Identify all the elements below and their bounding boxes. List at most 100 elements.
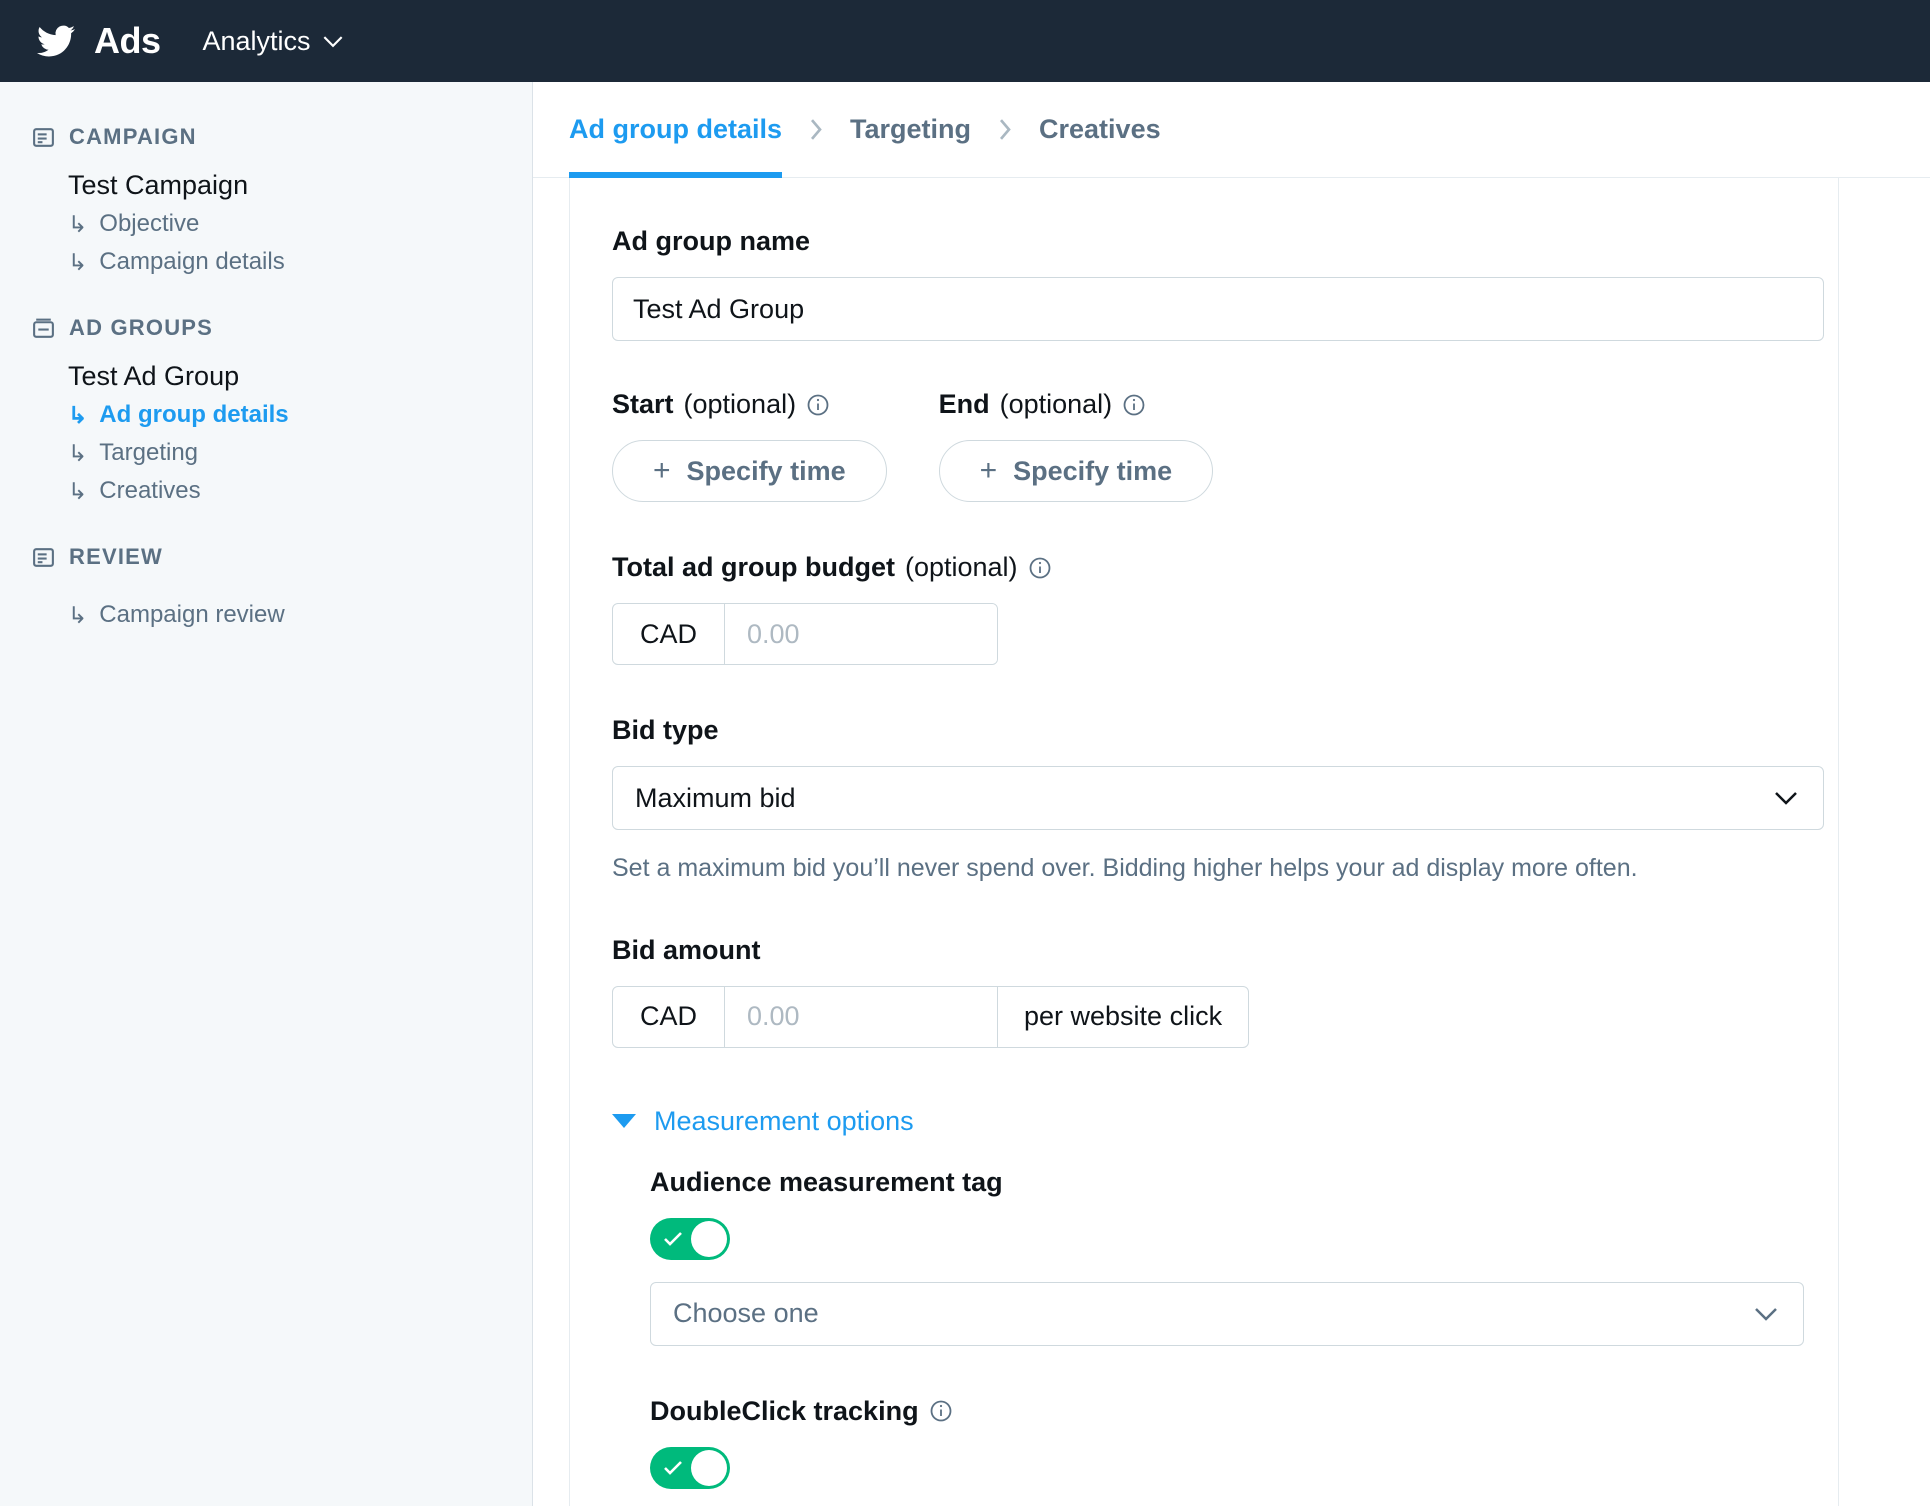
optional-text: (optional): [904, 552, 1018, 582]
button-label: Specify time: [1013, 455, 1173, 486]
audience-measurement-tag-label: Audience measurement tag: [650, 1167, 1838, 1198]
budget-amount-input[interactable]: [725, 604, 997, 664]
chevron-right-icon: [811, 119, 822, 140]
sidebar-item-objective[interactable]: ↳ Objective: [0, 205, 532, 243]
bid-amount-input-group: CAD per website click: [612, 985, 1250, 1048]
audience-measurement-tag-select[interactable]: Choose one: [650, 1281, 1804, 1346]
stacked-card-icon: [33, 318, 54, 338]
sidebar-item-ad-group-details[interactable]: ↳ Ad group details: [0, 396, 532, 434]
form-panel: Ad group name Start (optional): [569, 178, 1839, 1506]
main-content-area: Ad group details Targeting Creatives Ad …: [533, 82, 1930, 1506]
toggle-knob: [691, 1220, 727, 1257]
bid-currency-label: CAD: [613, 986, 725, 1047]
plus-icon: +: [653, 454, 671, 487]
start-specify-time-button[interactable]: + Specify time: [612, 440, 887, 502]
subitem-arrow-icon: ↳: [68, 248, 88, 275]
budget-group: Total ad group budget (optional) CAD: [612, 552, 1838, 665]
tab-ad-group-details[interactable]: Ad group details: [569, 82, 783, 178]
sidebar-item-campaign-review[interactable]: ↳ Campaign review: [0, 596, 532, 634]
sidebar-item-creatives[interactable]: ↳ Creatives: [0, 472, 532, 510]
schedule-row: Start (optional) + Specify time End (opt…: [612, 389, 1838, 502]
bid-amount-label: Bid amount: [612, 935, 1838, 966]
bid-type-help-text: Set a maximum bid you’ll never spend ove…: [612, 854, 1638, 882]
subitem-arrow-icon: ↳: [68, 210, 88, 237]
measurement-options-disclosure[interactable]: Measurement options: [612, 1106, 1838, 1137]
check-icon: [664, 1460, 682, 1475]
sidebar-item-label: Targeting: [99, 439, 199, 466]
bid-amount-input[interactable]: [725, 986, 997, 1047]
chevron-down-icon: [323, 35, 342, 47]
end-specify-time-button[interactable]: + Specify time: [938, 440, 1214, 502]
sidebar-navigation: CAMPAIGN Test Campaign ↳ Objective ↳ Cam…: [0, 82, 533, 1506]
sidebar-entity-test-campaign[interactable]: Test Campaign: [0, 162, 532, 205]
audience-measurement-tag-toggle[interactable]: [650, 1217, 730, 1260]
info-icon[interactable]: [806, 393, 830, 417]
info-icon[interactable]: [929, 1399, 953, 1423]
analytics-menu-label: Analytics: [202, 25, 311, 56]
label-text: Total ad group budget: [612, 552, 895, 582]
sidebar-item-label: Campaign review: [99, 601, 285, 628]
label-text: DoubleClick tracking: [650, 1395, 919, 1426]
ad-group-name-label: Ad group name: [612, 226, 1838, 257]
document-icon: [33, 127, 54, 147]
ad-group-name-input[interactable]: [612, 277, 1824, 341]
tab-label: Creatives: [1039, 114, 1161, 144]
doubleclick-tracking-toggle[interactable]: [650, 1446, 730, 1489]
sidebar-item-label: Campaign details: [99, 248, 285, 275]
sidebar-section-ad-groups: AD GROUPS: [0, 303, 532, 353]
tab-targeting[interactable]: Targeting: [850, 82, 971, 178]
analytics-menu[interactable]: Analytics: [203, 26, 344, 57]
sidebar-section-title: AD GROUPS: [69, 315, 214, 340]
measurement-options-label: Measurement options: [654, 1105, 914, 1136]
measurement-options-content: Audience measurement tag Choose one Doub…: [650, 1167, 1838, 1489]
sidebar-section-review: REVIEW: [0, 532, 532, 582]
bid-type-group: Bid type Maximum bid Set a maximum bid y…: [612, 715, 1838, 885]
toggle-knob: [691, 1449, 727, 1486]
label-text: Bid amount: [612, 934, 761, 965]
label-text: Bid type: [612, 715, 719, 745]
bid-type-label: Bid type: [612, 715, 1838, 746]
sidebar-item-label: Objective: [99, 210, 200, 237]
plus-icon: +: [979, 454, 998, 487]
tab-creatives[interactable]: Creatives: [1039, 82, 1161, 178]
sidebar-entity-test-ad-group[interactable]: Test Ad Group: [0, 353, 532, 396]
optional-text: (optional): [683, 389, 797, 419]
subitem-arrow-icon: ↳: [68, 601, 88, 628]
subitem-arrow-icon: ↳: [68, 477, 88, 504]
budget-label: Total ad group budget (optional): [612, 552, 1838, 583]
info-icon[interactable]: [1122, 393, 1146, 417]
button-label: Specify time: [686, 455, 846, 486]
bid-unit-label: per website click: [997, 986, 1248, 1047]
chevron-down-icon: [1775, 792, 1797, 805]
sidebar-item-label: Ad group details: [99, 401, 289, 428]
sidebar-section-campaign: CAMPAIGN: [0, 112, 532, 162]
info-icon[interactable]: [1028, 556, 1052, 580]
start-time-group: Start (optional) + Specify time: [612, 389, 887, 502]
audience-tag-select-value: Choose one: [673, 1298, 819, 1328]
brand-title: Ads: [94, 20, 161, 61]
top-navigation-bar: Ads Analytics: [0, 0, 1930, 82]
sidebar-item-targeting[interactable]: ↳ Targeting: [0, 434, 532, 472]
sidebar-item-label: Creatives: [99, 477, 201, 504]
breadcrumb-tabs: Ad group details Targeting Creatives: [533, 82, 1930, 178]
sidebar-section-title: REVIEW: [69, 544, 163, 569]
end-label: End (optional): [939, 389, 1214, 420]
start-label: Start (optional): [612, 389, 887, 420]
budget-input-group: CAD: [612, 603, 998, 665]
brand-logo-group[interactable]: Ads: [34, 20, 161, 62]
sidebar-item-campaign-details[interactable]: ↳ Campaign details: [0, 243, 532, 281]
label-text: Ad group name: [612, 226, 811, 256]
chevron-right-icon: [1000, 119, 1011, 140]
caret-down-icon: [612, 1114, 636, 1128]
bid-amount-group: Bid amount CAD per website click: [612, 935, 1838, 1048]
bid-type-select[interactable]: Maximum bid: [612, 766, 1824, 830]
label-text: End: [938, 389, 990, 419]
budget-currency-label: CAD: [613, 604, 725, 664]
doubleclick-tracking-label: DoubleClick tracking: [650, 1396, 1838, 1427]
sidebar-section-title: CAMPAIGN: [69, 124, 197, 149]
tab-label: Ad group details: [569, 114, 783, 144]
tab-label: Targeting: [850, 114, 972, 144]
optional-text: (optional): [999, 389, 1113, 419]
